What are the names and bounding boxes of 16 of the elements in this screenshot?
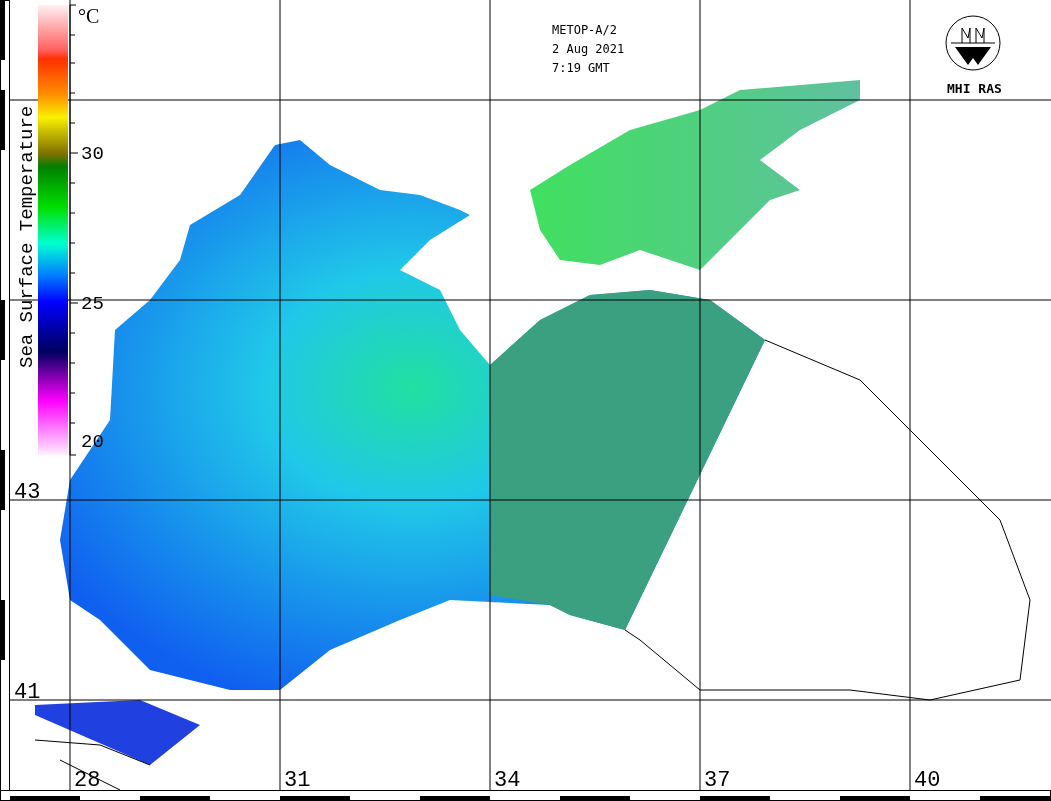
logo-text: MHI RAS: [947, 81, 1002, 96]
longitude-label: 31: [284, 768, 311, 793]
colorbar-title: Sea Surface Temperature: [16, 105, 38, 368]
unit-label: °C: [78, 5, 100, 27]
latitude-label: 43: [14, 480, 41, 505]
longitude-label: 40: [914, 768, 941, 793]
satellite-info-text: 7:19 GMT: [552, 61, 610, 75]
longitude-label: 28: [74, 768, 101, 793]
satellite-info-text: 2 Aug 2021: [552, 42, 625, 56]
longitude-label: 34: [494, 768, 521, 793]
colorbar-tick-label: 30: [81, 143, 104, 165]
latitude-label: 41: [14, 680, 41, 705]
colorbar-tick-label: 25: [81, 293, 104, 315]
longitude-label: 37: [704, 768, 731, 793]
logo-icon: [945, 15, 1001, 71]
satellite-info-text: METOP-A/2: [552, 23, 618, 37]
